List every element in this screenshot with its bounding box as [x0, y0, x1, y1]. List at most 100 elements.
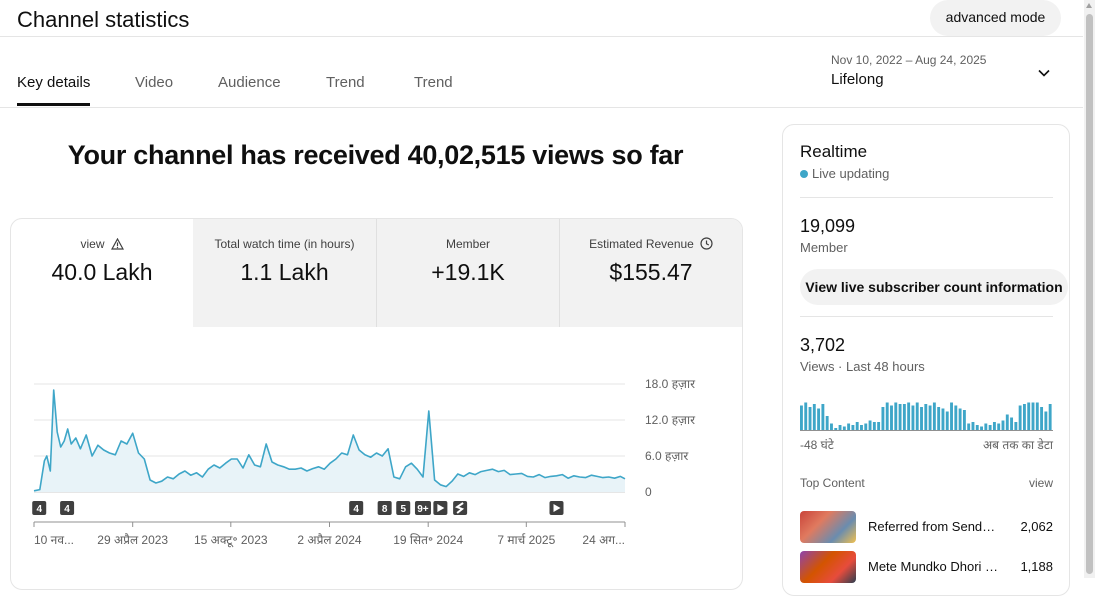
tab-bar: Key details Video Audience Trend Trend N…	[0, 37, 1083, 108]
metric-tab-views[interactable]: view 40.0 Lakh	[11, 219, 193, 327]
scrollbar[interactable]	[1084, 0, 1095, 578]
top-content-label: Top Content	[800, 476, 865, 490]
metric-value: +19.1K	[431, 259, 505, 285]
page-title: Channel statistics	[17, 7, 190, 32]
realtime-title: Realtime	[800, 142, 868, 161]
realtime-bar	[855, 422, 859, 431]
subscriber-count: 19,099	[800, 216, 856, 236]
views-48h-label: Views · Last 48 hours	[800, 359, 925, 374]
advanced-mode-button[interactable]: advanced mode	[930, 0, 1061, 36]
realtime-bar	[812, 404, 816, 431]
live-status: Live updating	[800, 166, 889, 181]
scrollbar-thumb[interactable]	[1086, 14, 1093, 574]
realtime-bar	[881, 407, 885, 431]
realtime-bar	[1022, 404, 1026, 431]
realtime-bar	[877, 422, 881, 431]
video-title[interactable]: Mete Mundko Dhori …	[868, 559, 1000, 574]
metric-value: 1.1 Lakh	[240, 259, 329, 285]
metric-tab-watch-time[interactable]: Total watch time (in hours) 1.1 Lakh	[193, 219, 376, 327]
realtime-bar	[958, 408, 962, 431]
tab-key-details[interactable]: Key details	[17, 74, 90, 91]
realtime-bar	[1044, 411, 1048, 431]
realtime-bar	[804, 402, 808, 431]
realtime-bar	[911, 405, 915, 431]
realtime-bar	[821, 404, 825, 431]
realtime-bar	[1014, 422, 1018, 431]
realtime-bar	[885, 402, 889, 431]
realtime-bar	[868, 420, 872, 431]
subscriber-label: Member	[800, 240, 848, 255]
divider	[800, 197, 1053, 198]
top-content-metric: view	[1028, 476, 1053, 490]
realtime-bar	[920, 407, 923, 431]
realtime-bar-chart	[800, 402, 1053, 431]
live-dot-icon	[800, 170, 808, 178]
realtime-bar	[932, 402, 936, 431]
metric-label: view	[11, 237, 193, 251]
tab-video[interactable]: Video	[135, 74, 173, 91]
realtime-bar	[847, 423, 851, 431]
metric-value: 40.0 Lakh	[51, 259, 153, 285]
realtime-bar	[1005, 414, 1009, 431]
top-content-item[interactable]: Mete Mundko Dhori … 1,188	[800, 551, 1053, 583]
divider	[800, 316, 1053, 317]
realtime-bar	[1027, 402, 1031, 431]
video-thumbnail[interactable]	[800, 511, 856, 543]
realtime-bar	[817, 408, 821, 431]
realtime-bar	[1010, 417, 1014, 431]
realtime-bar	[945, 411, 949, 431]
realtime-bar	[1031, 402, 1035, 431]
metric-label: Total watch time (in hours)	[214, 237, 355, 251]
realtime-bar	[967, 423, 971, 431]
realtime-bar	[971, 422, 975, 431]
realtime-card: Realtime Live updating 19,099 Member Vie…	[782, 124, 1070, 596]
realtime-bar	[830, 423, 833, 431]
realtime-axis-start: -48 घंटे	[800, 438, 834, 452]
clock-icon	[700, 237, 713, 250]
realtime-bar	[1018, 405, 1022, 431]
realtime-bar	[992, 422, 996, 431]
video-thumbnail[interactable]	[800, 551, 856, 583]
views-headline: Your channel has received 40,02,515 view…	[67, 140, 684, 170]
realtime-bar	[954, 405, 958, 431]
realtime-bar	[924, 404, 928, 431]
video-views: 1,188	[1020, 559, 1053, 574]
realtime-bar	[872, 422, 876, 431]
tab-trend-2[interactable]: Trend	[414, 74, 453, 91]
realtime-bar	[890, 405, 893, 431]
metric-value: $155.47	[609, 259, 693, 285]
realtime-bar	[902, 404, 906, 431]
chevron-down-icon[interactable]	[1036, 65, 1052, 81]
live-subscriber-count-button[interactable]: View live subscriber count information	[800, 269, 1068, 305]
video-title[interactable]: Referred from Sendh…	[868, 519, 1000, 534]
metric-tab-members[interactable]: Member +19.1K	[377, 219, 559, 327]
warning-icon	[110, 238, 124, 250]
top-content-item[interactable]: Referred from Sendh… 2,062	[800, 511, 1053, 543]
realtime-bar	[898, 404, 902, 431]
realtime-bar	[950, 402, 953, 431]
realtime-bar	[907, 402, 911, 431]
date-range-text[interactable]: Nov 10, 2022 – Aug 24, 2025	[831, 53, 986, 67]
realtime-bar	[808, 407, 812, 431]
realtime-axis-end: अब तक का डेटा	[983, 438, 1053, 452]
realtime-bar	[997, 423, 1001, 431]
realtime-bar	[1048, 404, 1052, 431]
tab-audience[interactable]: Audience	[218, 74, 281, 91]
date-range-label[interactable]: Lifelong	[831, 71, 884, 88]
metric-label: Member	[445, 237, 490, 251]
active-tab-indicator	[17, 103, 90, 106]
realtime-bar	[800, 405, 803, 431]
video-views: 2,062	[1020, 519, 1053, 534]
views-48h-count: 3,702	[800, 335, 846, 355]
realtime-bar	[1001, 420, 1005, 431]
realtime-bar	[894, 402, 898, 431]
realtime-bar	[864, 423, 868, 431]
scroll-up-arrow-icon[interactable]	[1086, 3, 1092, 8]
realtime-bar	[937, 407, 941, 431]
realtime-bar	[915, 402, 919, 431]
metric-label: Estimated Revenue	[560, 237, 742, 251]
realtime-bar	[962, 410, 966, 431]
tab-trend[interactable]: Trend	[326, 74, 365, 91]
metric-tab-revenue[interactable]: Estimated Revenue $155.47	[560, 219, 742, 327]
realtime-bar	[1035, 402, 1039, 431]
